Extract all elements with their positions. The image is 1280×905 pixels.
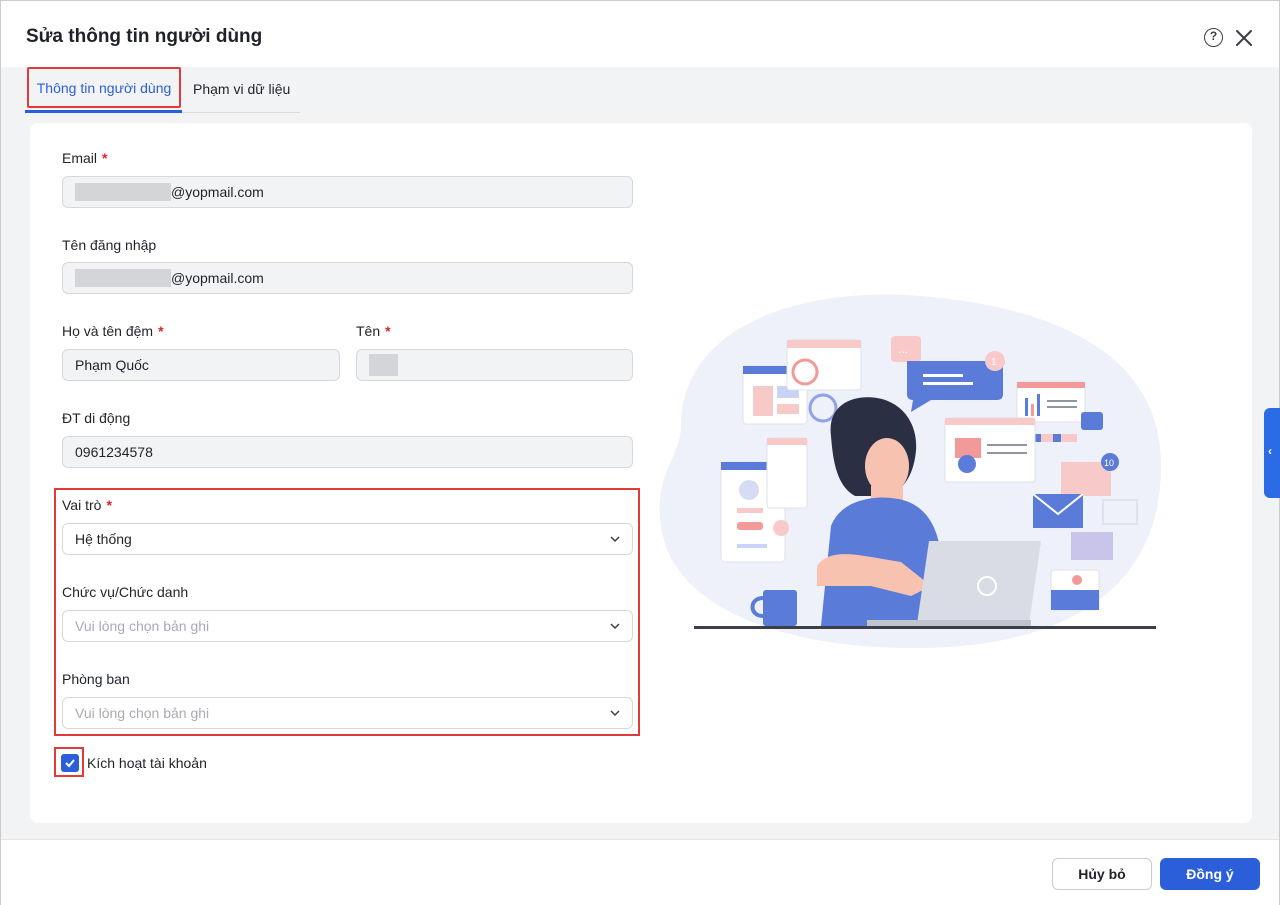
username-value: @yopmail.com bbox=[171, 270, 264, 286]
role-label-text: Vai trò bbox=[62, 497, 102, 513]
edit-user-dialog: Sửa thông tin người dùng ? Thông tin ngư… bbox=[0, 0, 1280, 905]
cancel-button[interactable]: Hủy bỏ bbox=[1052, 858, 1152, 890]
redacted-mask bbox=[75, 182, 171, 201]
email-label-text: Email bbox=[62, 150, 98, 166]
check-icon bbox=[65, 759, 75, 768]
username-field[interactable]: @yopmail.com bbox=[62, 262, 633, 294]
dots-text: ... bbox=[898, 342, 908, 356]
tab-data-scope[interactable]: Phạm vi dữ liệu bbox=[193, 67, 290, 112]
first-name-label-text: Tên bbox=[356, 323, 381, 339]
first-name-field[interactable] bbox=[356, 349, 633, 381]
mobile-label: ĐT di động bbox=[62, 410, 131, 426]
help-circle-icon[interactable]: ? bbox=[1204, 28, 1223, 47]
redacted-mask bbox=[75, 268, 171, 287]
required-mark: * bbox=[385, 323, 391, 339]
required-mark: * bbox=[102, 150, 108, 166]
close-icon[interactable] bbox=[1233, 27, 1255, 49]
position-select[interactable]: Vui lòng chọn bản ghi bbox=[62, 610, 633, 642]
mobile-field[interactable]: 0961234578 bbox=[62, 436, 633, 468]
activate-account-label: Kích hoạt tài khoản bbox=[87, 755, 207, 771]
chevron-left-icon: ‹ bbox=[1268, 444, 1272, 458]
email-field[interactable]: @yopmail.com bbox=[62, 176, 633, 208]
required-mark: * bbox=[106, 497, 112, 513]
user-illustration: ... 1 10 bbox=[659, 294, 1161, 649]
email-value: @yopmail.com bbox=[171, 184, 264, 200]
chevron-down-icon bbox=[610, 710, 620, 717]
department-placeholder: Vui lòng chọn bản ghi bbox=[75, 705, 210, 721]
ok-button[interactable]: Đồng ý bbox=[1160, 858, 1260, 890]
required-mark: * bbox=[158, 323, 164, 339]
side-panel-toggle[interactable]: ‹ bbox=[1264, 408, 1280, 498]
middle-name-field[interactable]: Phạm Quốc bbox=[62, 349, 340, 381]
notification-count: 10 bbox=[1104, 458, 1114, 468]
activate-account-checkbox[interactable] bbox=[61, 754, 79, 772]
role-select[interactable]: Hệ thống bbox=[62, 523, 633, 555]
middle-name-label-text: Họ và tên đệm bbox=[62, 323, 154, 339]
department-label: Phòng ban bbox=[62, 671, 130, 687]
tab-bar: Thông tin người dùng Phạm vi dữ liệu bbox=[25, 67, 300, 113]
middle-name-label: Họ và tên đệm * bbox=[62, 323, 164, 339]
tab-user-info[interactable]: Thông tin người dùng bbox=[27, 67, 181, 108]
position-placeholder: Vui lòng chọn bản ghi bbox=[75, 618, 210, 634]
dialog-footer: Hủy bỏ Đồng ý bbox=[1, 839, 1279, 905]
notification-count: 1 bbox=[991, 357, 997, 368]
department-select[interactable]: Vui lòng chọn bản ghi bbox=[62, 697, 633, 729]
role-label: Vai trò * bbox=[62, 497, 112, 513]
username-label: Tên đăng nhập bbox=[62, 237, 157, 253]
chevron-down-icon bbox=[610, 623, 620, 630]
dialog-header: Sửa thông tin người dùng ? bbox=[1, 1, 1279, 67]
active-tab-indicator bbox=[25, 110, 182, 113]
redacted-mask bbox=[369, 353, 398, 376]
dialog-title: Sửa thông tin người dùng bbox=[26, 26, 263, 47]
role-value: Hệ thống bbox=[75, 531, 132, 547]
position-label: Chức vụ/Chức danh bbox=[62, 584, 189, 600]
email-label: Email * bbox=[62, 150, 107, 166]
first-name-label: Tên * bbox=[356, 323, 391, 339]
chevron-down-icon bbox=[610, 536, 620, 543]
